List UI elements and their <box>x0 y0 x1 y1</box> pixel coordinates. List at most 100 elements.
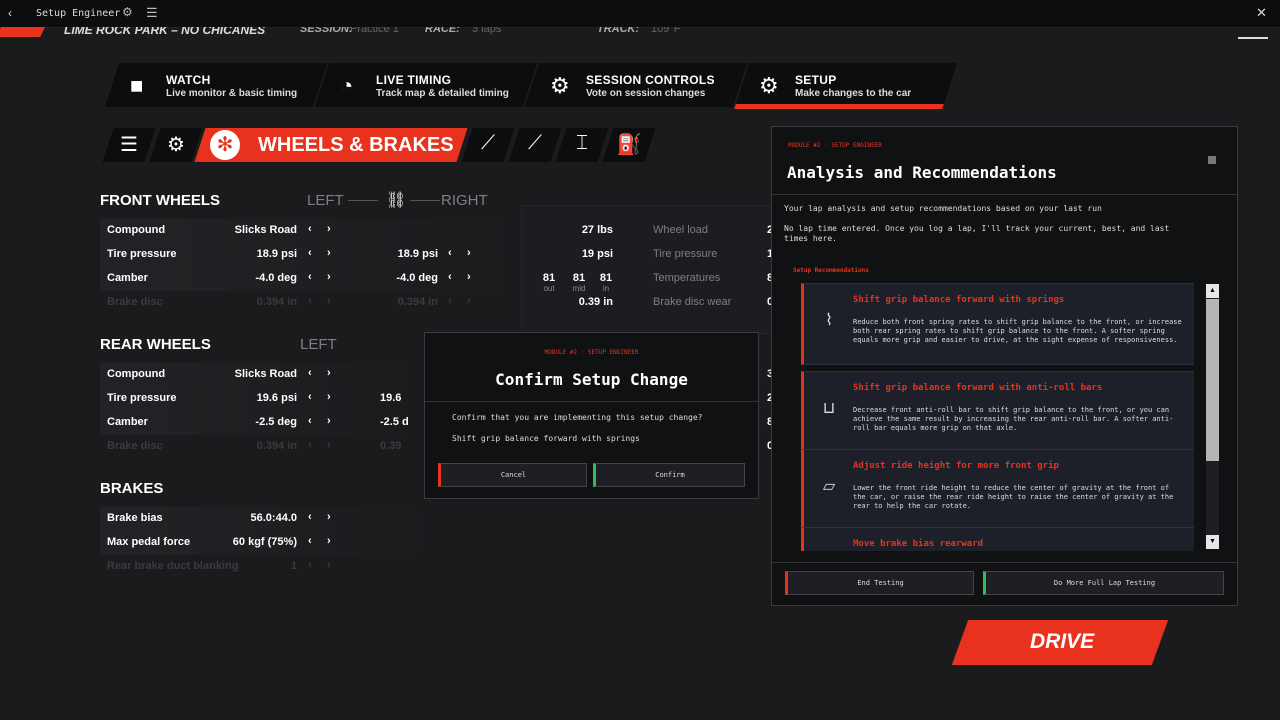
decrease-arrow[interactable]: ‹ <box>308 535 312 547</box>
brake-bias-value: 56.0:44.0 <box>250 512 297 524</box>
shock-icon[interactable]: ⟋ <box>467 132 509 155</box>
end-testing-button[interactable]: End Testing <box>785 571 974 595</box>
rear-left-disc: 0.394 in <box>256 440 297 452</box>
title-bar: ‹ Setup Engineer ⚙ ☰ ✕ <box>0 0 1280 28</box>
decrease-arrow[interactable]: ‹ <box>308 295 312 307</box>
minimize-icon[interactable] <box>1208 156 1216 164</box>
track-name: LIME ROCK PARK – NO CHICANES <box>64 27 266 37</box>
menu-icon[interactable]: ☰ <box>146 5 158 21</box>
temp-mid-label: mid <box>572 284 586 293</box>
decrease-arrow[interactable]: ‹ <box>448 247 452 259</box>
increase-arrow[interactable]: › <box>327 559 331 571</box>
fuel-icon[interactable]: ⛽ <box>608 132 650 157</box>
temperatures-label: Temperatures <box>653 272 721 284</box>
decrease-arrow[interactable]: ‹ <box>448 295 452 307</box>
recommendation-desc: Decrease front anti-roll bar to shift gr… <box>853 406 1174 432</box>
recommendation-card[interactable]: ▱ Adjust ride height for more front grip… <box>801 449 1194 531</box>
panel-intro: Your lap analysis and setup recommendati… <box>784 204 1102 213</box>
camera-icon: ■ <box>130 73 144 98</box>
decrease-arrow[interactable]: ‹ <box>308 271 312 283</box>
recommendation-desc: Lower the front ride height to reduce th… <box>853 484 1174 510</box>
rear-right-disc: 0.39 <box>380 440 402 452</box>
race-value: 3 laps <box>472 27 502 35</box>
row-label: Tire pressure <box>107 248 177 260</box>
rear-left-camber: -2.5 deg <box>255 416 297 428</box>
panel-breadcrumb: MODULE #2 · SETUP ENGINEER <box>788 142 882 149</box>
increase-arrow[interactable]: › <box>467 271 471 283</box>
decrease-arrow[interactable]: ‹ <box>308 559 312 571</box>
confirm-button[interactable]: Confirm <box>593 463 745 487</box>
tab-session-controls[interactable]: ⚙ SESSION CONTROLS Vote on session chang… <box>550 63 740 107</box>
increase-arrow[interactable]: › <box>327 391 331 403</box>
recommendation-card[interactable]: ⊔ Shift grip balance forward with anti-r… <box>801 371 1194 453</box>
scrollbar-thumb[interactable] <box>1206 299 1219 461</box>
gear-icon[interactable]: ⚙ <box>122 5 133 19</box>
increase-arrow[interactable]: › <box>327 247 331 259</box>
increase-arrow[interactable]: › <box>327 271 331 283</box>
tab-setup[interactable]: ⚙ SETUP Make changes to the car <box>759 63 949 107</box>
drive-label: DRIVE <box>1030 630 1095 653</box>
panel-title: Analysis and Recommendations <box>787 163 1057 182</box>
decrease-arrow[interactable]: ‹ <box>308 415 312 427</box>
wheel-load-label: Wheel load <box>653 224 709 236</box>
recommendations-list[interactable]: ⌇ Shift grip balance forward with spring… <box>801 283 1194 551</box>
wrench-icon[interactable]: ⟋ <box>514 132 556 155</box>
decrease-arrow[interactable]: ‹ <box>308 439 312 451</box>
disc-wear-label: Brake disc wear <box>653 296 732 308</box>
decrease-arrow[interactable]: ‹ <box>448 271 452 283</box>
increase-arrow[interactable]: › <box>467 247 471 259</box>
decrease-arrow[interactable]: ‹ <box>308 511 312 523</box>
increase-arrow[interactable]: › <box>327 511 331 523</box>
list-icon[interactable]: ☰ <box>108 132 150 157</box>
gear-icon: ⚙ <box>550 73 570 98</box>
subtab-wheels-brakes-label: WHEELS & BRAKES <box>258 134 454 156</box>
window-title: Setup Engineer <box>36 8 121 19</box>
rear-left-pressure: 19.6 psi <box>256 392 297 404</box>
more-testing-button[interactable]: Do More Full Lap Testing <box>983 571 1224 595</box>
temp-in: 81 <box>599 272 613 284</box>
increase-arrow[interactable]: › <box>327 415 331 427</box>
recommendations-label: Setup Recommendations <box>793 267 869 274</box>
session-indicator <box>1238 27 1268 39</box>
increase-arrow[interactable]: › <box>327 439 331 451</box>
increase-arrow[interactable]: › <box>467 295 471 307</box>
increase-arrow[interactable]: › <box>327 367 331 379</box>
tire-pressure-label: Tire pressure <box>653 248 718 260</box>
scroll-up-icon[interactable]: ▲ <box>1206 284 1219 298</box>
back-icon[interactable]: ‹ <box>8 6 12 20</box>
track-temp-label: TRACK: <box>597 27 640 35</box>
row-label: Camber <box>107 416 148 428</box>
recommendation-card[interactable]: ⌇ Shift grip balance forward with spring… <box>801 283 1194 365</box>
front-right-disc: 0.394 in <box>397 296 438 308</box>
header-divider <box>410 200 440 201</box>
chassis-icon[interactable]: ⌶ <box>561 132 603 155</box>
front-right-pressure: 18.9 psi <box>397 248 438 260</box>
session-value: Practice 1 <box>350 27 399 35</box>
engine-icon[interactable]: ⚙ <box>155 132 197 157</box>
row-label: Tire pressure <box>107 392 177 404</box>
tab-live-timing[interactable]: ◔ LIVE TIMING Track map & detailed timin… <box>340 63 530 107</box>
increase-arrow[interactable]: › <box>327 223 331 235</box>
lap-status: No lap time entered. Once you log a lap,… <box>784 224 1170 243</box>
rear-left-header: LEFT <box>300 336 337 353</box>
row-label: Brake bias <box>107 512 163 524</box>
decrease-arrow[interactable]: ‹ <box>308 223 312 235</box>
recommendation-card[interactable]: ◉ Move brake bias rearward <box>801 527 1194 551</box>
decrease-arrow[interactable]: ‹ <box>308 247 312 259</box>
tab-title: LIVE TIMING <box>376 73 452 87</box>
cancel-button[interactable]: Cancel <box>438 463 587 487</box>
wheel-icon: ✻ <box>210 130 240 160</box>
increase-arrow[interactable]: › <box>327 535 331 547</box>
temp-out: 81 <box>542 272 556 284</box>
anti-roll-bar-icon: ⊔ <box>822 400 836 417</box>
tab-watch[interactable]: ■ WATCH Live monitor & basic timing <box>130 63 320 107</box>
increase-arrow[interactable]: › <box>327 295 331 307</box>
decrease-arrow[interactable]: ‹ <box>308 391 312 403</box>
scroll-down-icon[interactable]: ▼ <box>1206 535 1219 549</box>
divider <box>772 194 1237 195</box>
link-icon[interactable]: ⛓ <box>386 190 406 210</box>
temp-out-label: out <box>543 284 555 293</box>
decrease-arrow[interactable]: ‹ <box>308 367 312 379</box>
track-temp-value: 109°F <box>651 27 681 35</box>
close-icon[interactable]: ✕ <box>1256 5 1267 21</box>
